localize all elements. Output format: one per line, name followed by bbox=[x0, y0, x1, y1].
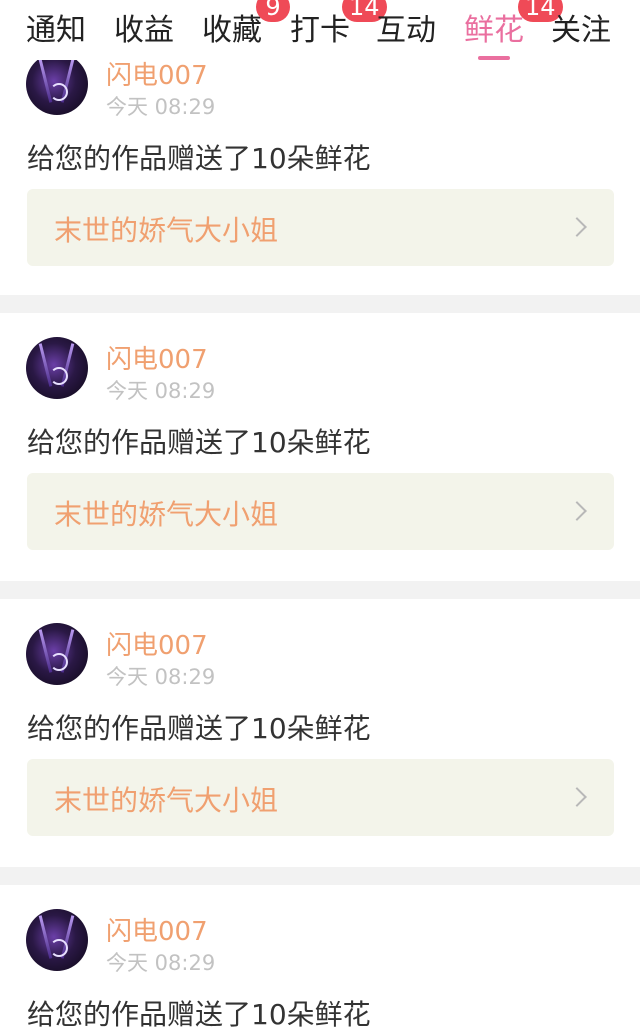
divider bbox=[0, 581, 640, 599]
tab-notifications[interactable]: 通知 bbox=[26, 8, 86, 60]
notification-feed[interactable]: 闪电007 今天 08:29 给您的作品赠送了10朵鲜花 末世的娇气大小姐 闪电… bbox=[0, 0, 640, 1027]
tab-earnings[interactable]: 收益 bbox=[114, 8, 174, 60]
tab-label: 互动 bbox=[376, 13, 436, 48]
tab-checkin[interactable]: 打卡 14 bbox=[290, 0, 387, 60]
notification-message: 给您的作品赠送了10朵鲜花 bbox=[27, 998, 371, 1027]
tab-label: 收藏 bbox=[202, 13, 262, 48]
unread-badge: 9 bbox=[256, 0, 290, 22]
work-title: 末世的娇气大小姐 bbox=[54, 784, 279, 817]
chevron-right-icon bbox=[567, 501, 587, 521]
notification-item: 闪电007 今天 08:29 给您的作品赠送了10朵鲜花 末世的娇气大小姐 bbox=[0, 313, 640, 581]
timestamp: 今天 08:29 bbox=[106, 379, 216, 403]
tab-label: 鲜花 bbox=[464, 13, 524, 48]
tab-flowers[interactable]: 鲜花 14 bbox=[464, 0, 563, 60]
work-link[interactable]: 末世的娇气大小姐 bbox=[27, 473, 614, 550]
avatar-moon bbox=[50, 367, 68, 385]
tab-following[interactable]: 关注 bbox=[551, 8, 611, 60]
notification-item: 闪电007 今天 08:29 给您的作品赠送了10朵鲜花 bbox=[0, 885, 640, 1027]
chevron-right-icon bbox=[567, 217, 587, 237]
avatar[interactable] bbox=[26, 53, 88, 115]
tab-label: 通知 bbox=[26, 13, 86, 48]
avatar[interactable] bbox=[26, 909, 88, 971]
notification-item: 闪电007 今天 08:29 给您的作品赠送了10朵鲜花 末世的娇气大小姐 bbox=[0, 599, 640, 867]
timestamp: 今天 08:29 bbox=[106, 951, 216, 975]
avatar[interactable] bbox=[26, 623, 88, 685]
tab-indicator bbox=[478, 56, 510, 60]
tab-label: 打卡 bbox=[290, 13, 350, 48]
notification-message: 给您的作品赠送了10朵鲜花 bbox=[27, 712, 371, 745]
tab-bar: 通知 收益 收藏 9 打卡 14 互动 鲜花 14 关注 bbox=[0, 0, 640, 60]
tab-label: 关注 bbox=[551, 13, 611, 48]
username[interactable]: 闪电007 bbox=[106, 339, 208, 376]
username[interactable]: 闪电007 bbox=[106, 55, 208, 92]
avatar[interactable] bbox=[26, 337, 88, 399]
work-link[interactable]: 末世的娇气大小姐 bbox=[27, 189, 614, 266]
tab-interaction[interactable]: 互动 bbox=[376, 8, 436, 60]
divider bbox=[0, 295, 640, 313]
divider bbox=[0, 867, 640, 885]
tab-favorites[interactable]: 收藏 9 bbox=[202, 0, 290, 60]
tab-label: 收益 bbox=[114, 13, 174, 48]
notification-message: 给您的作品赠送了10朵鲜花 bbox=[27, 142, 371, 175]
timestamp: 今天 08:29 bbox=[106, 665, 216, 689]
avatar-moon bbox=[50, 83, 68, 101]
username[interactable]: 闪电007 bbox=[106, 911, 208, 948]
chevron-right-icon bbox=[567, 787, 587, 807]
avatar-moon bbox=[50, 653, 68, 671]
work-title: 末世的娇气大小姐 bbox=[54, 214, 279, 247]
avatar-moon bbox=[50, 939, 68, 957]
work-link[interactable]: 末世的娇气大小姐 bbox=[27, 759, 614, 836]
username[interactable]: 闪电007 bbox=[106, 625, 208, 662]
timestamp: 今天 08:29 bbox=[106, 95, 216, 119]
work-title: 末世的娇气大小姐 bbox=[54, 498, 279, 531]
notification-item: 闪电007 今天 08:29 给您的作品赠送了10朵鲜花 末世的娇气大小姐 bbox=[0, 29, 640, 297]
notification-message: 给您的作品赠送了10朵鲜花 bbox=[27, 426, 371, 459]
